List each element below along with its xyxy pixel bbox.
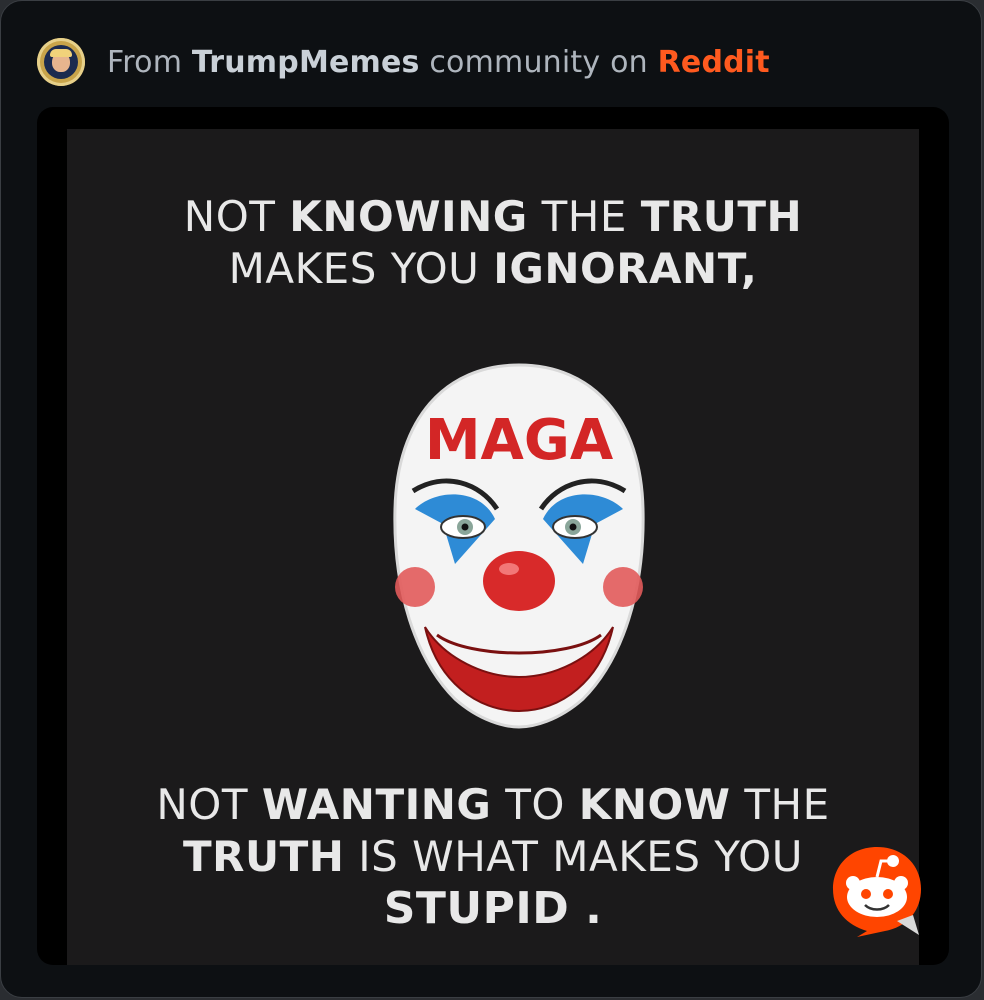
clown-mask-icon: MAGA (393, 363, 645, 729)
caption-word: WANTING (261, 780, 492, 829)
reddit-snoo-icon[interactable] (827, 839, 927, 939)
reddit-embed-card: From TrumpMemes community on Reddit NOT … (0, 0, 982, 998)
caption-word: THE (744, 780, 830, 829)
caption-word: TO (505, 780, 565, 829)
left-pupil (461, 523, 469, 531)
caption-word: TRUTH (640, 192, 803, 241)
embed-header[interactable]: From TrumpMemes community on Reddit (37, 37, 770, 87)
attribution-middle: community on (429, 44, 648, 80)
attribution-prefix: From (107, 44, 183, 80)
meme-top-caption: NOT KNOWING THE TRUTH MAKES YOU IGNORANT… (67, 191, 919, 295)
right-pupil (569, 523, 577, 531)
left-cheek (395, 567, 435, 607)
caption-word: IGNORANT, (493, 244, 758, 293)
caption-word: IS WHAT MAKES YOU (358, 832, 803, 881)
source-attribution: From TrumpMemes community on Reddit (107, 45, 770, 80)
portrait-icon (50, 49, 72, 72)
clown-mask-illustration: MAGA (385, 359, 653, 729)
community-name-link[interactable]: TrumpMemes (192, 45, 420, 80)
caption-final-word: STUPID . (383, 883, 603, 934)
nose-highlight (499, 563, 519, 575)
meme-image: NOT KNOWING THE TRUTH MAKES YOU IGNORANT… (67, 129, 919, 965)
caption-word: MAKES YOU (228, 244, 480, 293)
caption-word: THE (541, 192, 627, 241)
post-media[interactable]: NOT KNOWING THE TRUTH MAKES YOU IGNORANT… (37, 107, 949, 965)
right-cheek (603, 567, 643, 607)
meme-bottom-caption: NOT WANTING TO KNOW THE TRUTH IS WHAT MA… (67, 779, 919, 935)
caption-word: TRUTH (183, 832, 345, 881)
reddit-brand-link[interactable]: Reddit (658, 45, 770, 80)
reddit-logo-icon (833, 847, 921, 937)
clown-nose (483, 551, 555, 611)
community-avatar[interactable] (37, 38, 85, 86)
caption-word: NOT (183, 192, 276, 241)
caption-word: KNOWING (289, 192, 528, 241)
caption-word: NOT (156, 780, 248, 829)
presidential-seal-icon (44, 45, 78, 79)
mask-text: MAGA (425, 408, 614, 473)
caption-word: KNOW (578, 780, 731, 829)
